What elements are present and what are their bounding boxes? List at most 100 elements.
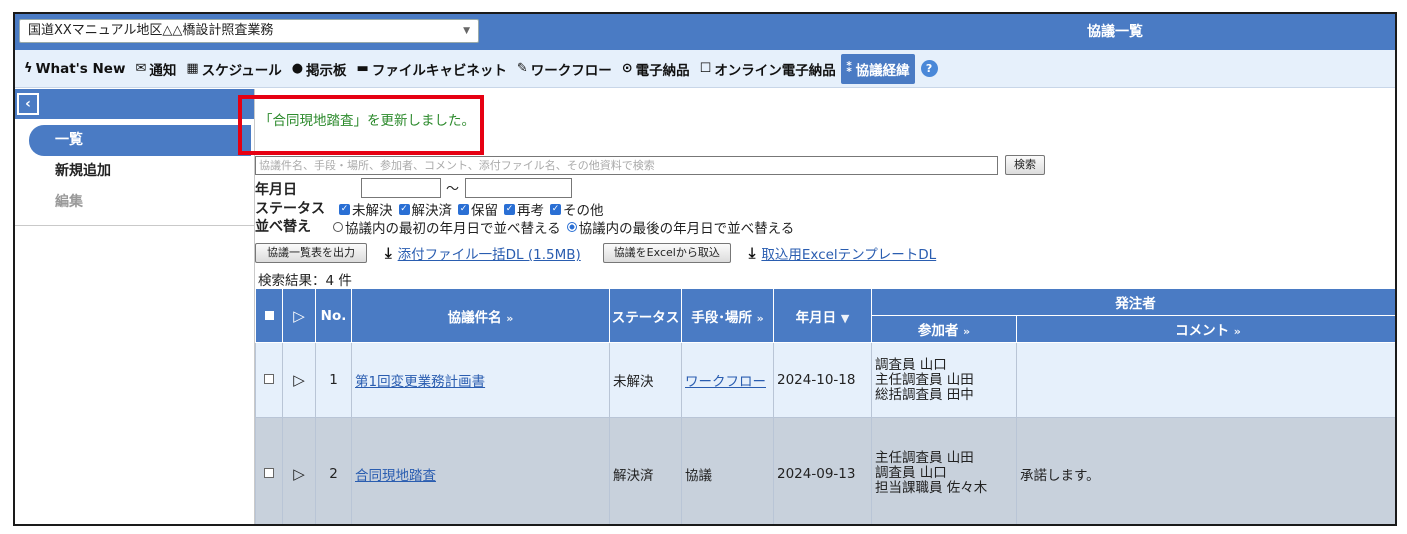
search-input[interactable]: 協議件名、手段・場所、参加者、コメント、添付ファイル名、その他資料で検索 [255,156,998,175]
status-checkbox-resolved[interactable]: ✓ [398,203,410,215]
table-row[interactable]: ▷ 2 合同現地踏査 解決済 協議 2024-09-13 主任調査員 山田 調査… [255,417,1395,524]
expand-row-icon[interactable]: ▷ [293,465,305,483]
column-header-status: ステータス [609,288,682,343]
project-select[interactable]: 国道XXマニュアル地区△△橋設計照査業務 ▼ [19,19,479,43]
sort-radio-last-date[interactable] [566,222,577,232]
chevron-down-icon: ▼ [463,26,470,36]
bulk-download-link[interactable]: 添付ファイル一括DL (1.5MB) [398,243,581,263]
edit-icon: ✎ [516,61,528,76]
row-title-link[interactable]: 合同現地踏査 [355,468,436,484]
expand-column-icon: » [506,311,514,325]
column-header-participants[interactable]: 参加者 » [871,315,1017,343]
status-checkbox-reconsider[interactable]: ✓ [504,203,515,215]
import-excel-button[interactable]: 協議をExcelから取込 [602,243,731,263]
menu-item-label: 電子納品 [635,62,690,79]
participant: 調査員 山口 [875,356,947,373]
menu-item-label: 通知 [149,62,177,79]
row-comment: 承諾します。 [1016,417,1395,524]
row-participants: 調査員 山口 主任調査員 山田 総括調査員 田中 [871,342,1017,418]
row-title-link[interactable]: 第1回変更業務計画書 [355,374,485,390]
column-header-label: 手段･場所 [691,309,752,326]
status-filter-group: ✓ 未解決 ✓ 解決済 ✓ 保留 ✓ 再考 ✓ その他 [333,199,604,219]
expand-column-icon: » [756,311,764,325]
highlight-annotation [238,95,484,155]
column-header-label: 年月日 [795,309,837,326]
template-download-link[interactable]: 取込用ExcelテンプレートDL [761,243,936,263]
status-option-label: 保留 [471,203,498,219]
menu-item-bulletin-board[interactable]: ● 掲示板 [287,54,352,84]
menu-item-label: スケジュール [201,62,282,79]
menu-item-schedule[interactable]: ▦ スケジュール [181,54,286,84]
column-header-label: 参加者 [917,323,959,339]
table-row[interactable]: ▷ 1 第1回変更業務計画書 未解決 ワークフロー 2024-10-18 調査員… [255,342,1395,418]
date-label: 年月日 [255,182,297,198]
sort-option-label: 協議内の最後の年月日で並べ替える [578,221,795,237]
row-method: 協議 [681,417,774,524]
sidebar-item-add-new[interactable]: 新規追加 [15,156,254,187]
column-header-date[interactable]: 年月日 ▼ [773,288,872,343]
menu-item-e-delivery[interactable]: ⊙ 電子納品 [617,54,695,84]
top-bar: 国道XXマニュアル地区△△橋設計照査業務 ▼ 協議一覧 [15,14,1395,50]
expand-all-toggle[interactable]: ▷ [282,288,316,343]
page-title: 協議一覧 [1087,24,1143,40]
action-bar: 協議一覧表を出力 ⤓ 添付ファイル一括DL (1.5MB) 協議をExcelから… [255,242,936,264]
menu-item-notifications[interactable]: ✉ 通知 [130,54,181,84]
status-checkbox-unresolved[interactable]: ✓ [339,203,350,215]
column-header-method[interactable]: 手段･場所 » [681,288,774,343]
sort-desc-icon: ▼ [840,311,850,325]
people-icon: ⁑ [845,61,853,76]
help-icon[interactable]: ? [920,60,938,77]
column-header-comment[interactable]: コメント » [1016,315,1395,343]
column-header-label: 協議件名 [447,309,502,326]
chat-icon: ● [291,61,304,76]
menu-item-consultation-history[interactable]: ⁑ 協議経緯 [840,53,915,84]
consultation-table: ▷ No. 協議件名 » ステータス 手段･場所 » 年月日 ▼ 発注者 参加者… [255,288,1395,524]
menu-item-label: 掲示板 [306,62,347,79]
participant: 調査員 山口 [875,465,947,481]
search-button[interactable]: 検索 [1005,155,1045,175]
sidebar-item-edit: 編集 [55,194,83,210]
column-header-title[interactable]: 協議件名 » [351,288,610,343]
expand-row-icon[interactable]: ▷ [293,371,305,389]
status-checkbox-other[interactable]: ✓ [550,203,561,215]
menu-item-workflow[interactable]: ✎ ワークフロー [512,54,617,84]
status-option-label: その他 [563,203,604,219]
export-list-button[interactable]: 協議一覧表を出力 [255,243,367,263]
chevron-left-icon: ‹ [25,96,31,112]
menu-item-whats-new[interactable]: ϟ What's New [19,54,130,84]
row-participants: 主任調査員 山田 調査員 山口 担当課職員 佐々木 [871,417,1017,524]
sort-label: 並べ替え [255,219,311,235]
column-group-orderer: 発注者 [871,288,1395,316]
menu-item-label: 協議経緯 [855,62,910,79]
project-select-value: 国道XXマニュアル地区△△橋設計照査業務 [28,23,274,38]
sidebar-header: ‹ [15,89,254,119]
sidebar-divider [15,225,254,226]
download-icon: ⤓ [748,244,756,262]
sort-radio-first-date[interactable] [333,222,343,232]
row-no: 2 [315,417,352,524]
row-method-link[interactable]: ワークフロー [685,374,766,390]
date-from-input[interactable] [361,178,441,198]
square-icon: ☐ [699,61,712,76]
status-option-label: 解決済 [411,203,453,219]
row-checkbox[interactable] [264,467,274,478]
select-all-checkbox[interactable] [255,288,283,343]
participant: 主任調査員 山田 [875,450,974,466]
sort-option-group: 協議内の最初の年月日で並べ替える 協議内の最後の年月日で並べ替える [327,217,794,237]
row-comment [1016,342,1395,418]
cabinet-icon: ▬ [356,61,369,76]
calendar-icon: ▦ [186,61,199,76]
app-window: 国道XXマニュアル地区△△橋設計照査業務 ▼ 協議一覧 ϟ What's New… [13,12,1397,526]
date-to-input[interactable] [465,178,572,198]
row-checkbox[interactable] [264,374,274,384]
participant: 総括調査員 田中 [875,386,974,403]
participant: 主任調査員 山田 [875,371,974,388]
status-checkbox-pending[interactable]: ✓ [458,203,469,215]
menu-item-label: What's New [35,60,126,77]
sidebar-item-list[interactable]: 一覧 [29,125,251,156]
play-icon: ▷ [293,306,305,325]
collapse-sidebar-button[interactable]: ‹ [17,93,39,115]
sidebar: ‹ 一覧 新規追加 編集 [15,89,255,524]
menu-item-online-e-delivery[interactable]: ☐ オンライン電子納品 [695,54,841,84]
menu-item-file-cabinet[interactable]: ▬ ファイルキャビネット [352,54,512,84]
